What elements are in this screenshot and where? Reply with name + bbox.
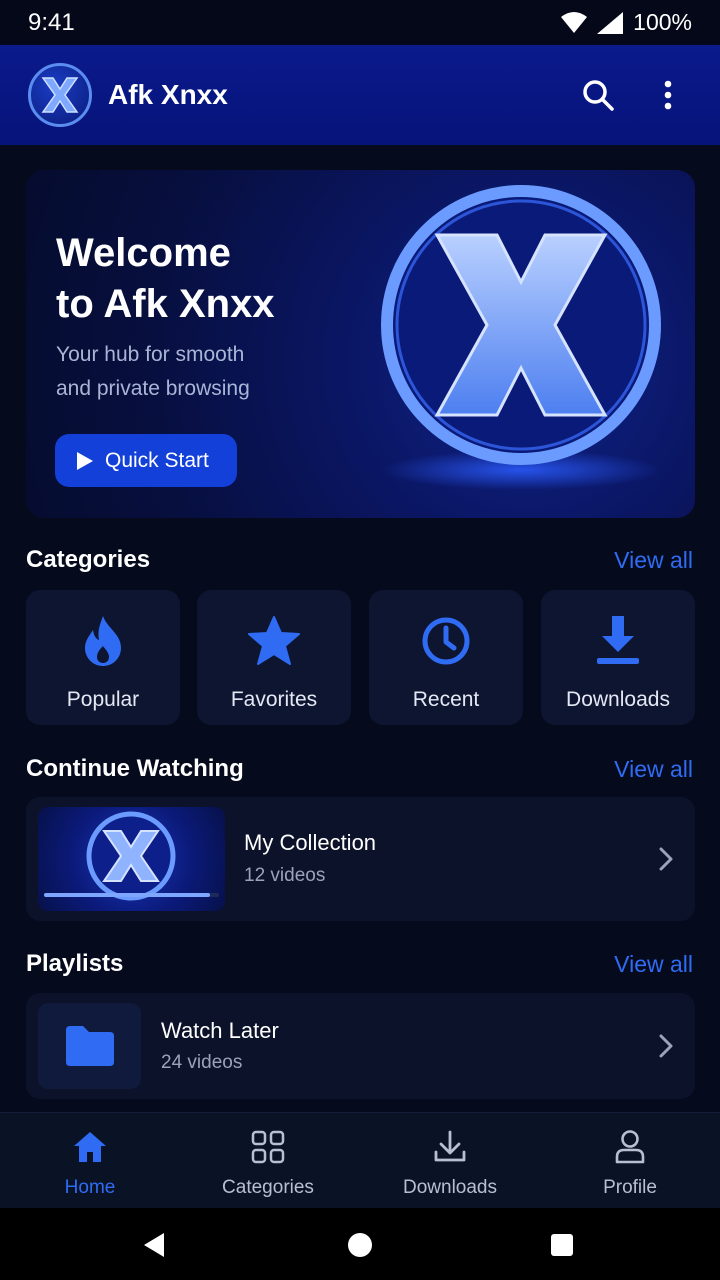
search-button[interactable] xyxy=(574,71,622,119)
item-title: My Collection xyxy=(244,830,377,855)
system-recents-button[interactable] xyxy=(547,1230,577,1260)
system-navigation-bar xyxy=(0,1208,720,1280)
categories-heading: Categories xyxy=(26,546,151,573)
status-time: 9:41 xyxy=(28,8,75,36)
category-downloads[interactable]: Downloads xyxy=(541,590,695,725)
playlist-item[interactable]: Watch Later 24 videos xyxy=(26,993,695,1099)
welcome-title: Welcome to Afk Xnxx xyxy=(56,231,275,326)
play-icon xyxy=(77,451,93,470)
home-icon xyxy=(74,1132,106,1162)
search-icon xyxy=(583,80,614,111)
system-back-button[interactable] xyxy=(140,1230,170,1260)
continue-watching-item[interactable]: My Collection 12 videos xyxy=(26,797,695,921)
grid-icon xyxy=(251,1130,285,1164)
more-vert-icon xyxy=(664,80,672,110)
nav-profile[interactable]: Profile xyxy=(540,1113,720,1209)
playlists-heading: Playlists xyxy=(26,950,124,977)
continue-watching-heading: Continue Watching xyxy=(26,755,244,782)
flame-icon xyxy=(85,616,121,666)
download-icon xyxy=(597,616,639,664)
video-thumbnail xyxy=(38,807,225,911)
category-recent[interactable]: Recent xyxy=(369,590,523,725)
watch-progress-fill xyxy=(44,893,211,897)
star-icon xyxy=(248,616,300,665)
app-logo[interactable] xyxy=(28,63,92,127)
chevron-right-icon xyxy=(659,847,673,871)
nav-downloads[interactable]: Downloads xyxy=(360,1113,540,1209)
item-title: Watch Later xyxy=(161,1018,279,1043)
x-emblem-icon xyxy=(381,185,661,490)
bottom-navigation: Home Categories Downloads Profile xyxy=(0,1112,720,1208)
download-icon xyxy=(434,1130,466,1162)
item-subtitle: 12 videos xyxy=(244,865,326,886)
more-options-button[interactable] xyxy=(644,71,692,119)
back-triangle-icon xyxy=(144,1233,164,1257)
nav-home[interactable]: Home xyxy=(0,1113,180,1209)
battery-level: 100% xyxy=(633,9,692,35)
signal-icon xyxy=(597,11,624,34)
clock-icon xyxy=(422,617,470,665)
quick-start-button[interactable]: Quick Start xyxy=(55,434,237,487)
x-logo-icon xyxy=(41,77,79,113)
system-home-button[interactable] xyxy=(345,1230,375,1260)
watch-progress-track xyxy=(44,893,219,897)
category-popular[interactable]: Popular xyxy=(26,590,180,725)
recents-square-icon xyxy=(551,1234,573,1256)
home-circle-icon xyxy=(348,1233,372,1257)
playlist-thumbnail xyxy=(38,1003,141,1089)
app-title: Afk Xnxx xyxy=(108,79,228,110)
welcome-banner: Welcome to Afk Xnxx Your hub for smooth … xyxy=(26,170,695,518)
app-bar: Afk Xnxx xyxy=(0,45,720,145)
playlists-view-all-link[interactable]: View all xyxy=(614,951,693,978)
person-icon xyxy=(615,1130,645,1164)
chevron-right-icon xyxy=(659,1034,673,1058)
category-favorites[interactable]: Favorites xyxy=(197,590,351,725)
folder-icon xyxy=(65,1026,114,1066)
status-bar: 9:41 100% xyxy=(0,0,720,45)
categories-view-all-link[interactable]: View all xyxy=(614,547,693,574)
item-subtitle: 24 videos xyxy=(161,1052,243,1073)
wifi-icon xyxy=(561,11,588,34)
continue-watching-view-all-link[interactable]: View all xyxy=(614,756,693,783)
nav-categories[interactable]: Categories xyxy=(178,1113,358,1209)
status-indicators: 100% xyxy=(561,9,692,36)
welcome-subtitle: Your hub for smooth and private browsing xyxy=(56,343,250,400)
